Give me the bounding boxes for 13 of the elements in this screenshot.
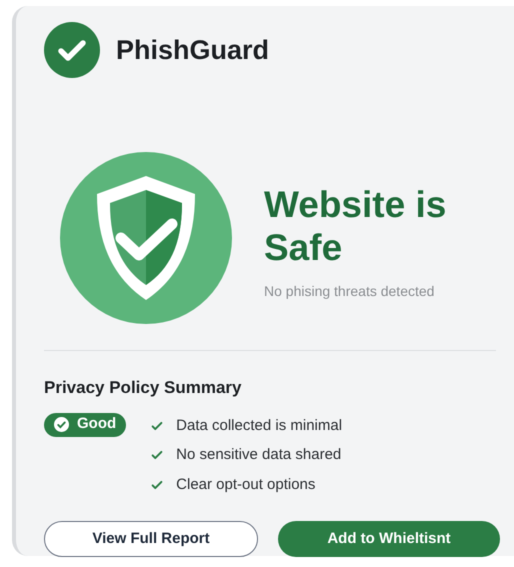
action-button[interactable]: Add to Whieltisnt: [278, 521, 500, 557]
policy-point: Clear opt-out options: [176, 474, 316, 494]
check-circle-icon: [54, 417, 69, 432]
status-subtitle: No phising threats detected: [264, 282, 436, 301]
logo-check-icon: [44, 22, 100, 78]
badge-label: Good: [77, 414, 116, 434]
shield-check-icon: [60, 152, 232, 324]
status-heading: Website is Safe: [264, 182, 448, 268]
section-title: Privacy Policy Summary: [44, 377, 243, 399]
app-title: PhishGuard: [116, 34, 270, 67]
policy-point: Data collected is minimal: [176, 416, 342, 436]
policy-point: No sensitive data shared: [176, 445, 342, 465]
action-button[interactable]: View Full Report: [44, 521, 258, 557]
